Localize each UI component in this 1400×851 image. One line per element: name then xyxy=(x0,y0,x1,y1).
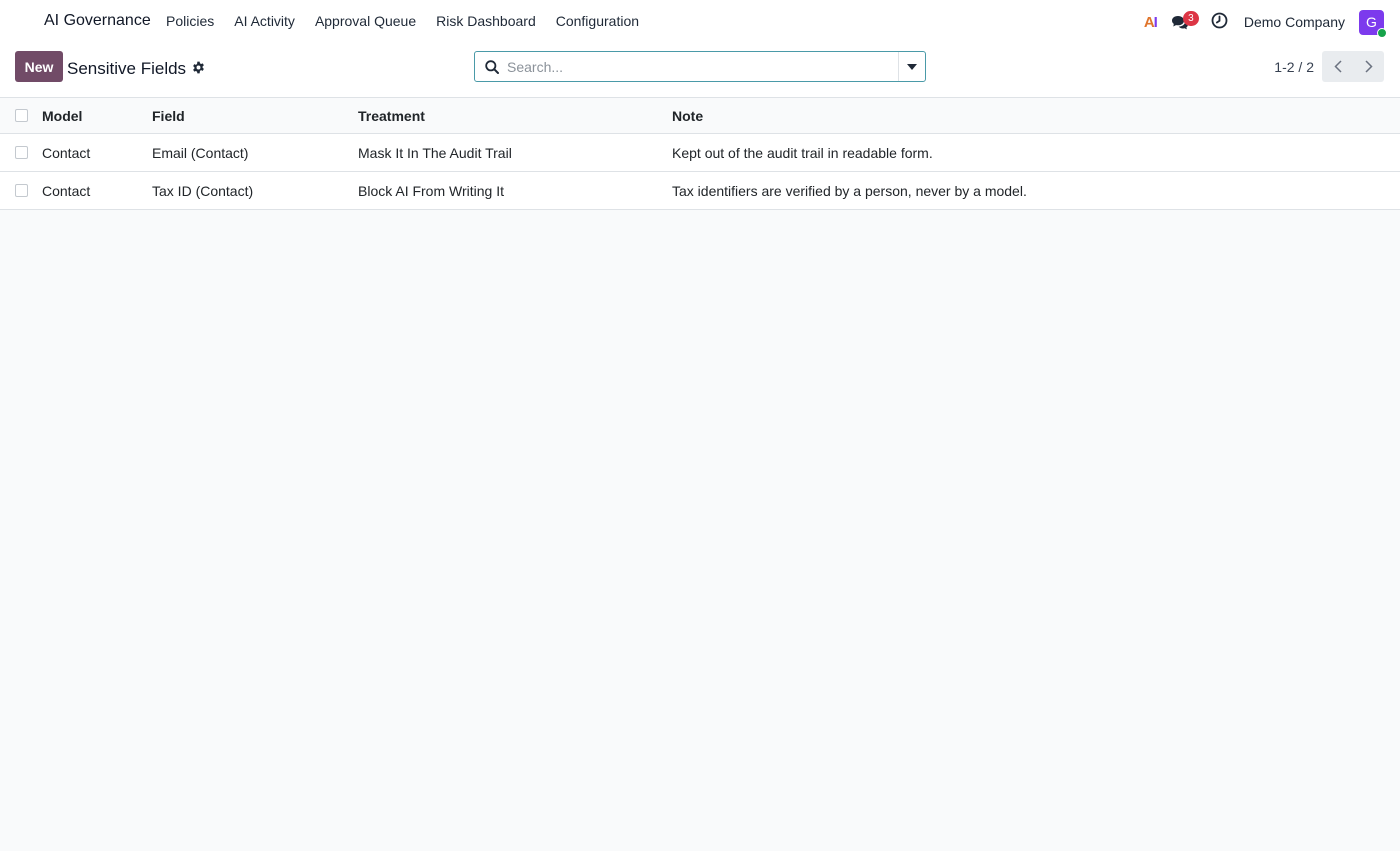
pager-value[interactable]: 1-2 / 2 xyxy=(1274,59,1314,75)
message-count-badge: 3 xyxy=(1182,11,1199,26)
navbar-systray: AI 3 Demo Company G xyxy=(1144,8,1387,38)
clock-icon xyxy=(1211,12,1228,29)
messaging-button[interactable]: 3 xyxy=(1171,10,1199,34)
caret-down-icon xyxy=(907,63,917,70)
select-all-cell xyxy=(15,98,28,133)
menu-item-approval-queue[interactable]: Approval Queue xyxy=(315,13,416,29)
search-bar xyxy=(474,51,926,82)
table-row[interactable]: Contact Email (Contact) Mask It In The A… xyxy=(0,134,1400,172)
activities-button[interactable] xyxy=(1211,12,1228,32)
control-panel: New Sensitive Fields 1-2 / 2 xyxy=(0,44,1400,98)
menu-item-risk-dashboard[interactable]: Risk Dashboard xyxy=(436,13,536,29)
gear-icon xyxy=(193,61,204,74)
pager: 1-2 / 2 xyxy=(1274,51,1384,82)
select-all-checkbox[interactable] xyxy=(15,109,28,122)
search-icon xyxy=(485,59,499,74)
pager-next-button[interactable] xyxy=(1353,51,1384,82)
cell-note[interactable]: Tax identifiers are verified by a person… xyxy=(672,172,1027,209)
list-view: Model Field Treatment Note Contact Email… xyxy=(0,98,1400,210)
chevron-left-icon xyxy=(1333,60,1342,73)
column-header-field[interactable]: Field xyxy=(152,98,185,133)
cell-note[interactable]: Kept out of the audit trail in readable … xyxy=(672,134,933,171)
cell-field[interactable]: Email (Contact) xyxy=(152,134,248,171)
cell-model[interactable]: Contact xyxy=(42,134,90,171)
cell-model[interactable]: Contact xyxy=(42,172,90,209)
menu-item-configuration[interactable]: Configuration xyxy=(556,13,639,29)
pager-previous-button[interactable] xyxy=(1322,51,1353,82)
ai-assistant-icon[interactable]: AI xyxy=(1144,14,1158,31)
online-status-indicator xyxy=(1377,27,1387,38)
cell-field[interactable]: Tax ID (Contact) xyxy=(152,172,253,209)
new-button[interactable]: New xyxy=(15,51,63,82)
page-title: Sensitive Fields xyxy=(67,58,187,78)
table-header-row: Model Field Treatment Note xyxy=(0,98,1400,134)
search-options-toggle[interactable] xyxy=(898,52,925,81)
top-navbar: AI Governance Policies AI Activity Appro… xyxy=(0,0,1400,44)
menu-item-policies[interactable]: Policies xyxy=(166,13,214,29)
row-select-cell xyxy=(15,172,28,209)
menu-item-ai-activity[interactable]: AI Activity xyxy=(234,13,295,29)
avatar-initial: G xyxy=(1366,14,1377,30)
company-switcher[interactable]: Demo Company xyxy=(1244,14,1345,30)
column-header-note[interactable]: Note xyxy=(672,98,703,133)
search-input[interactable] xyxy=(507,58,898,75)
chevron-right-icon xyxy=(1364,60,1373,73)
user-avatar[interactable]: G xyxy=(1359,9,1387,38)
main-menu: Policies AI Activity Approval Queue Risk… xyxy=(166,13,659,29)
row-select-cell xyxy=(15,134,28,171)
row-checkbox[interactable] xyxy=(15,146,28,159)
cell-treatment[interactable]: Block AI From Writing It xyxy=(358,172,504,209)
cell-treatment[interactable]: Mask It In The Audit Trail xyxy=(358,134,512,171)
table-row[interactable]: Contact Tax ID (Contact) Block AI From W… xyxy=(0,172,1400,210)
row-checkbox[interactable] xyxy=(15,184,28,197)
actions-gear-button[interactable] xyxy=(192,59,205,79)
breadcrumb: Sensitive Fields xyxy=(67,58,205,79)
column-header-treatment[interactable]: Treatment xyxy=(358,98,425,133)
column-header-model[interactable]: Model xyxy=(42,98,82,133)
app-title[interactable]: AI Governance xyxy=(44,12,151,30)
